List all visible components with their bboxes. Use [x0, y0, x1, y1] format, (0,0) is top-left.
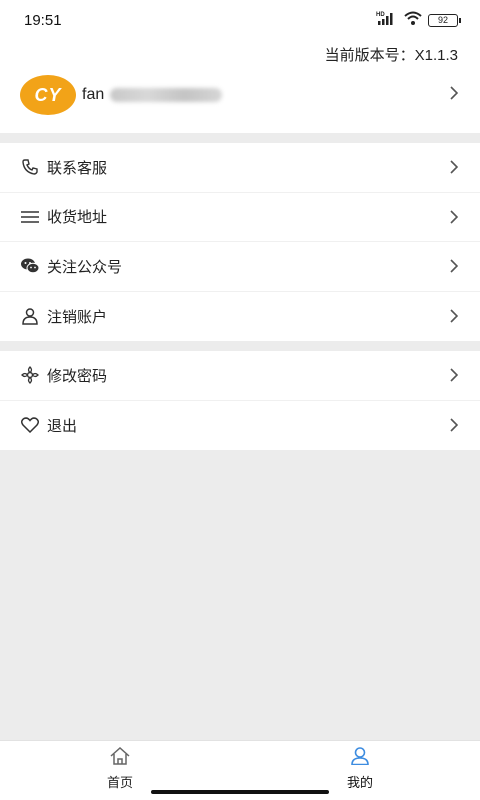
- home-indicator[interactable]: [151, 790, 329, 794]
- blurred-account-id: [110, 88, 223, 102]
- svg-text:HD: HD: [376, 12, 385, 18]
- chevron-right-icon: [448, 160, 460, 174]
- menu-item-label: 修改密码: [47, 367, 108, 385]
- status-bar: 19:51 HD 92: [0, 0, 480, 40]
- menu-item-change-password[interactable]: 修改密码: [0, 351, 480, 401]
- menu-item-label: 注销账户: [47, 308, 108, 326]
- tab-mine-label: 我的: [346, 775, 373, 790]
- chevron-right-icon: [448, 259, 460, 273]
- version-text: 当前版本号：X1.1.3: [324, 47, 458, 64]
- username-text: fan: [82, 86, 105, 103]
- menu-item-label: 关注公众号: [47, 258, 123, 276]
- menu-item-label: 联系客服: [47, 159, 108, 177]
- menu-group-2: 修改密码 退出: [0, 351, 480, 450]
- chevron-right-icon: [448, 368, 460, 382]
- status-icons: HD 92: [376, 11, 461, 30]
- list-icon: [20, 207, 40, 227]
- profile-header[interactable]: 当前版本号：X1.1.3 CY fan: [0, 40, 480, 133]
- menu-item-follow-official-account[interactable]: 关注公众号: [0, 242, 480, 292]
- menu-item-label: 收货地址: [47, 209, 108, 227]
- section-divider: [0, 133, 480, 143]
- chevron-right-icon: [448, 309, 460, 323]
- user-icon: [349, 747, 371, 770]
- menu-group-1: 联系客服 收货地址 关注公众号 注销账户: [0, 143, 480, 341]
- avatar: CY: [20, 75, 76, 115]
- chevron-right-icon: [448, 86, 460, 100]
- menu-item-shipping-address[interactable]: 收货地址: [0, 193, 480, 242]
- home-icon: [109, 746, 131, 770]
- tab-home-label: 首页: [106, 775, 133, 790]
- status-time: 19:51: [24, 11, 62, 29]
- section-divider: [0, 341, 480, 351]
- menu-item-logout[interactable]: 退出: [0, 401, 480, 451]
- phone-icon: [20, 157, 40, 177]
- chevron-right-icon: [448, 418, 460, 432]
- avatar-logo-text: CY: [34, 84, 62, 105]
- chevron-right-icon: [448, 210, 460, 224]
- menu-item-contact-support[interactable]: 联系客服: [0, 143, 480, 193]
- menu-item-label: 退出: [47, 417, 78, 435]
- menu-item-delete-account[interactable]: 注销账户: [0, 292, 480, 342]
- wifi-icon: [404, 11, 422, 30]
- username: fan: [82, 86, 223, 104]
- flower-icon: [20, 365, 40, 385]
- heart-icon: [20, 415, 40, 435]
- battery-icon: 92: [428, 13, 461, 27]
- user-icon: [20, 306, 40, 326]
- signal-icon: HD: [376, 11, 398, 30]
- wechat-icon: [20, 256, 40, 276]
